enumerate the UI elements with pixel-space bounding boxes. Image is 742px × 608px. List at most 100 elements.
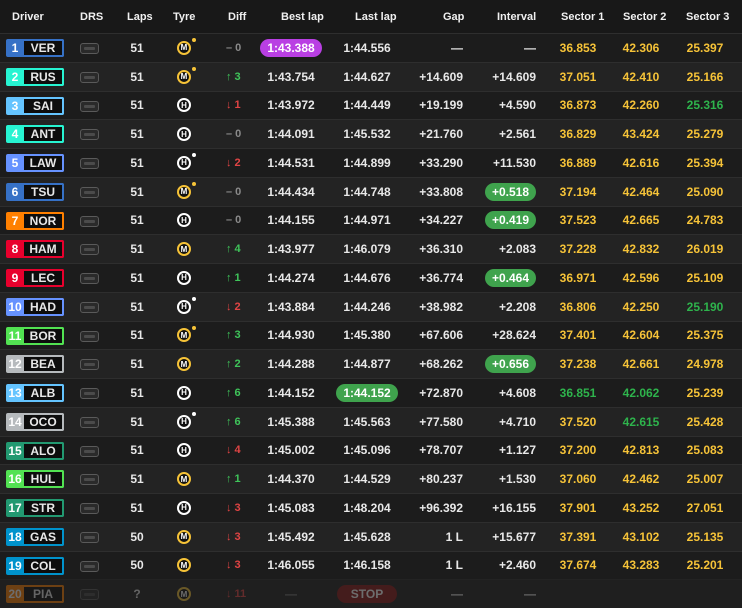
drs-indicator-icon	[80, 560, 99, 572]
sector2-time: 43.424	[622, 127, 660, 142]
header-sector1[interactable]: Sector 1	[561, 11, 604, 23]
table-row[interactable]: 8 HAM 51 M ↑ 4 1:43.977 1:46.079 +36.310 +2.083 37…	[0, 234, 742, 263]
sector2-time	[613, 580, 669, 608]
table-row[interactable]: 16 HUL 51 M ↑ 1 1:44.370 1:44.529 +80.237 +1.530 3…	[0, 464, 742, 493]
driver-code[interactable]: NOR	[24, 211, 64, 230]
driver-code[interactable]: STR	[24, 499, 64, 517]
table-row[interactable]: 9 LEC 51 H ↑ 1 1:44.274 1:44.676 +36.774 +0.464 36…	[0, 263, 742, 292]
position-diff-value: 4	[234, 243, 241, 256]
driver-code[interactable]: SAI	[24, 96, 64, 115]
driver-code[interactable]: LEC	[24, 269, 64, 287]
sector1-time: 37.523	[559, 213, 597, 228]
driver-code[interactable]: ALO	[24, 441, 64, 460]
position-number: 2	[6, 67, 24, 86]
table-row[interactable]: 2 RUS 51 M ↑ 3 1:43.754 1:44.627 +14.609 +14.609 3…	[0, 61, 742, 91]
drs-indicator-icon	[80, 244, 99, 256]
driver-code[interactable]: ALB	[24, 384, 64, 402]
best-lap: 1:44.370	[258, 465, 324, 493]
driver-code[interactable]: BOR	[24, 326, 64, 345]
header-interval[interactable]: Interval	[497, 11, 536, 23]
driver-code[interactable]: LAW	[24, 154, 64, 172]
drs-indicator-icon	[80, 273, 99, 284]
table-row[interactable]: 19 COL 50 M ↓ 3 1:46.055 1:46.158 1 L +2.460 37.67…	[0, 550, 742, 580]
drs-indicator-icon	[80, 359, 99, 371]
table-row[interactable]: 15 ALO 51 H ↓ 4 1:45.002 1:45.096 +78.707 +1.127 3…	[0, 435, 742, 465]
position-diff-value: 3	[234, 501, 241, 514]
table-row[interactable]: 10 HAD 51 H ↓ 2 1:43.884 1:44.246 +38.982 +2.208 3…	[0, 291, 742, 321]
position-number: 4	[6, 125, 24, 144]
header-laps[interactable]: Laps	[127, 11, 153, 23]
header-driver[interactable]: Driver	[12, 11, 44, 23]
header-sector3[interactable]: Sector 3	[686, 11, 729, 23]
driver-code[interactable]: HAM	[24, 240, 64, 259]
tyre-compound-icon: H	[177, 500, 191, 515]
arrow-up-icon: ↑	[226, 70, 232, 83]
driver-code[interactable]: HUL	[24, 470, 64, 489]
drs-indicator-icon	[80, 474, 99, 486]
last-lap: 1:44.971	[334, 207, 400, 235]
table-row[interactable]: 11 BOR 51 M ↑ 3 1:44.930 1:45.380 +67.606 +28.624…	[0, 320, 742, 350]
timing-header: Driver DRS Laps Tyre Diff Best lap Last …	[0, 0, 742, 33]
sector1-time: 37.520	[559, 414, 597, 429]
position-number: 3	[6, 96, 24, 115]
table-row[interactable]: 7 NOR 51 H –0 1:44.155 1:44.971 +34.227 +0.419 37…	[0, 205, 742, 235]
header-diff[interactable]: Diff	[228, 11, 246, 23]
header-best-lap[interactable]: Best lap	[281, 11, 324, 23]
gap-to-leader: +21.760	[419, 127, 463, 142]
last-lap-value: 1:44.877	[343, 357, 391, 372]
position-number: 17	[6, 499, 24, 517]
best-lap: 1:44.531	[258, 149, 324, 177]
position-number: 6	[6, 182, 24, 201]
header-tyre[interactable]: Tyre	[173, 11, 195, 23]
driver-code[interactable]: HAD	[24, 297, 64, 316]
best-lap-value: 1:46.055	[267, 558, 315, 573]
sector3-time: 25.201	[686, 558, 724, 573]
header-drs[interactable]: DRS	[80, 11, 103, 23]
laps-count: 51	[130, 357, 144, 372]
driver-code[interactable]: COL	[24, 556, 64, 575]
driver-code[interactable]: PIA	[24, 585, 64, 604]
best-lap-value: 1:43.884	[267, 299, 315, 314]
driver-code[interactable]: TSU	[24, 182, 64, 201]
driver-code[interactable]: RUS	[24, 67, 64, 86]
best-lap: 1:45.083	[258, 494, 324, 522]
driver-code[interactable]: OCO	[24, 412, 64, 431]
driver-code[interactable]: ANT	[24, 125, 64, 144]
table-row[interactable]: 18 GAS 50 M ↓ 3 1:45.492 1:45.628 1 L +15.677 37.3…	[0, 521, 742, 551]
table-row[interactable]: 3 SAI 51 H ↓ 1 1:43.972 1:44.449 +19.199 +4.590 36…	[0, 90, 742, 120]
dash-icon: –	[226, 128, 233, 141]
drs-indicator-icon	[80, 43, 99, 54]
sector3-time: 25.090	[686, 184, 724, 199]
tyre-compound: H	[173, 207, 195, 235]
driver-code[interactable]: GAS	[24, 527, 64, 546]
sector1-time: 37.391	[559, 529, 597, 544]
tyre-compound-icon: H	[177, 299, 191, 314]
table-row[interactable]: 5 LAW 51 H ↓ 2 1:44.531 1:44.899 +33.290 +11.530 3…	[0, 148, 742, 177]
tyre-age-dot-icon	[192, 66, 196, 71]
header-last-lap[interactable]: Last lap	[355, 11, 397, 23]
arrow-up-icon: ↑	[226, 386, 232, 399]
driver-code[interactable]: BEA	[24, 355, 64, 374]
table-row[interactable]: 14 OCO 51 H ↑ 6 1:45.388 1:45.563 +77.580 +4.710 3…	[0, 406, 742, 436]
interval-value: +16.155	[492, 500, 536, 515]
tyre-compound: H	[173, 264, 195, 292]
header-sector2[interactable]: Sector 2	[623, 11, 666, 23]
header-gap[interactable]: Gap	[443, 11, 464, 23]
sector1-time: 37.674	[559, 558, 597, 573]
table-row[interactable]: 13 ALB 51 H ↑ 6 1:44.152 1:44.152 +72.870 +4.608 3…	[0, 378, 742, 407]
best-lap: 1:44.152	[258, 379, 324, 407]
best-lap-value: 1:43.754	[267, 69, 315, 84]
table-row[interactable]: 20 PIA? M ↓ 11 — STOP — —	[0, 579, 742, 608]
last-lap-value: 1:44.449	[343, 98, 391, 113]
last-lap: 1:45.563	[334, 408, 400, 436]
table-row[interactable]: 1 VER 51 M –0 1:43.388 1:44.556 — — 36.853 42.306 2…	[0, 33, 742, 62]
table-row[interactable]: 4 ANT 51 H –0 1:44.091 1:45.532 +21.760 +2.561 36…	[0, 119, 742, 148]
table-row[interactable]: 12 BEA 51 M ↑ 2 1:44.288 1:44.877 +68.262 +0.656 3…	[0, 349, 742, 378]
last-lap: 1:44.676	[334, 264, 400, 292]
driver-code[interactable]: VER	[24, 39, 64, 57]
table-row[interactable]: 6 TSU 51 M –0 1:44.434 1:44.748 +33.808 +0.518 37…	[0, 176, 742, 206]
sector2-time: 42.615	[622, 414, 660, 429]
drs-indicator-icon	[80, 589, 99, 601]
gap-to-leader: +77.580	[419, 414, 463, 429]
table-row[interactable]: 17 STR 51 H ↓ 3 1:45.083 1:48.204 +96.392 +16.155…	[0, 493, 742, 522]
